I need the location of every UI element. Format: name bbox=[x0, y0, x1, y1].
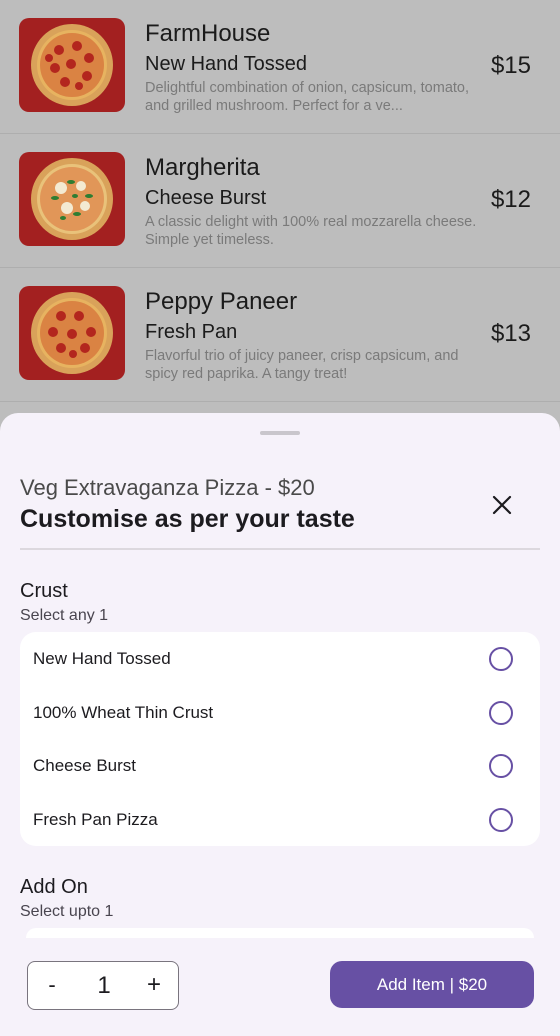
pizza-title: Veg Extravaganza Pizza - $20 bbox=[20, 475, 315, 500]
close-button[interactable] bbox=[488, 491, 516, 519]
menu-item-variant: New Hand Tossed bbox=[145, 53, 307, 75]
menu-item-variant: Cheese Burst bbox=[145, 187, 267, 209]
pizza-image bbox=[19, 152, 125, 246]
crust-option-fresh-pan-pizza[interactable]: Fresh Pan Pizza bbox=[20, 793, 540, 846]
sheet-heading: Customise as per your taste bbox=[20, 505, 355, 533]
add-item-button[interactable]: Add Item | $20 bbox=[330, 961, 534, 1008]
customise-bottom-sheet: Veg Extravaganza Pizza - $20 Customise a… bbox=[0, 413, 560, 1036]
menu-item-variant: Fresh Pan bbox=[145, 321, 238, 343]
crust-option-cheese-burst[interactable]: Cheese Burst bbox=[20, 739, 540, 792]
menu-item-peppy-paneer[interactable]: Peppy Paneer Fresh Pan Flavorful trio of… bbox=[0, 268, 560, 402]
addon-options-card bbox=[26, 928, 534, 938]
radio-button[interactable] bbox=[489, 647, 513, 671]
option-label: New Hand Tossed bbox=[33, 649, 171, 668]
menu-item-price: $13 bbox=[490, 320, 531, 347]
option-label: Fresh Pan Pizza bbox=[33, 810, 158, 829]
radio-button[interactable] bbox=[489, 754, 513, 778]
addon-section-subtitle: Select upto 1 bbox=[20, 903, 114, 920]
crust-options-card: New Hand Tossed 100% Wheat Thin Crust Ch… bbox=[20, 632, 540, 846]
decrease-quantity-button[interactable]: - bbox=[42, 972, 62, 998]
divider bbox=[20, 548, 540, 550]
menu-item-price: $15 bbox=[490, 52, 531, 79]
menu-item-farmhouse[interactable]: FarmHouse New Hand Tossed Delightful com… bbox=[0, 0, 560, 134]
menu-item-name: Margherita bbox=[145, 154, 260, 181]
menu-item-price: $12 bbox=[490, 186, 531, 213]
crust-section-subtitle: Select any 1 bbox=[20, 607, 109, 624]
increase-quantity-button[interactable]: + bbox=[142, 971, 166, 999]
sheet-footer: - 1 + Add Item | $20 bbox=[0, 941, 560, 1036]
radio-button[interactable] bbox=[489, 701, 513, 725]
option-label: 100% Wheat Thin Crust bbox=[33, 703, 214, 722]
drag-handle[interactable] bbox=[260, 431, 300, 435]
quantity-stepper: - 1 + bbox=[27, 961, 179, 1010]
menu-item-description: Flavorful trio of juicy paneer, crisp ca… bbox=[145, 348, 459, 382]
crust-option-new-hand-tossed[interactable]: New Hand Tossed bbox=[20, 632, 540, 685]
menu-item-description: Delightful combination of onion, capsicu… bbox=[145, 80, 470, 114]
pizza-image bbox=[19, 286, 125, 380]
menu-list: FarmHouse New Hand Tossed Delightful com… bbox=[0, 0, 560, 420]
menu-item-margherita[interactable]: Margherita Cheese Burst A classic deligh… bbox=[0, 134, 560, 268]
addon-section-title: Add On bbox=[20, 876, 88, 898]
radio-button[interactable] bbox=[489, 808, 513, 832]
pizza-image bbox=[19, 18, 125, 112]
crust-option-wheat-thin-crust[interactable]: 100% Wheat Thin Crust bbox=[20, 686, 540, 739]
crust-section-title: Crust bbox=[20, 580, 68, 602]
close-icon bbox=[492, 495, 512, 515]
option-label: Cheese Burst bbox=[33, 756, 136, 775]
menu-item-name: FarmHouse bbox=[145, 20, 271, 47]
quantity-value: 1 bbox=[97, 972, 111, 999]
menu-item-description: A classic delight with 100% real mozzare… bbox=[145, 214, 477, 248]
menu-item-name: Peppy Paneer bbox=[145, 288, 298, 315]
